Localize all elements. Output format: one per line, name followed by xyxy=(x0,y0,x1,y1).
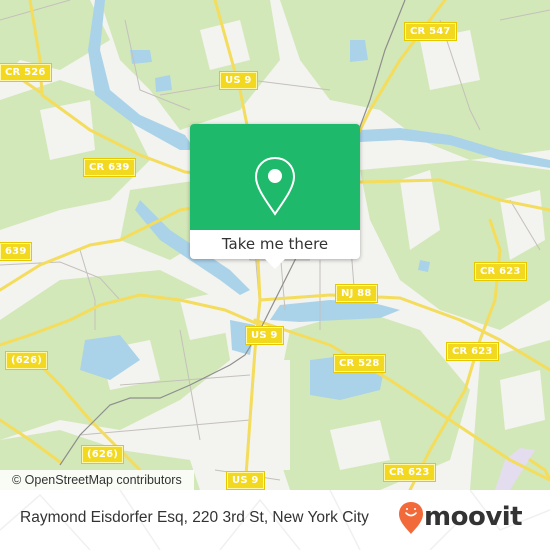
popup-header xyxy=(190,124,360,230)
road-label-us9: US 9 xyxy=(226,471,265,490)
destination-address: Raymond Eisdorfer Esq, 220 3rd St, New Y… xyxy=(20,509,369,526)
road-label-626: (626) xyxy=(4,351,49,370)
road-label-us9: US 9 xyxy=(219,71,258,90)
moovit-pin-icon xyxy=(399,502,423,534)
map-pin-icon xyxy=(254,156,296,216)
road-label-nj88: NJ 88 xyxy=(335,284,378,303)
road-label-us9: US 9 xyxy=(245,326,284,345)
road-label-cr547: CR 547 xyxy=(404,22,457,41)
footer: Raymond Eisdorfer Esq, 220 3rd St, New Y… xyxy=(0,490,550,550)
road-label-cr623: CR 623 xyxy=(474,262,527,281)
map[interactable]: CR 526 US 9 CR 547 CR 639 639 CR 623 NJ … xyxy=(0,0,550,490)
take-me-there-button[interactable]: Take me there xyxy=(190,230,360,259)
popup-pointer xyxy=(265,259,285,269)
road-label-cr526: CR 526 xyxy=(0,63,52,82)
road-label-639: 639 xyxy=(0,242,33,261)
road-label-cr623: CR 623 xyxy=(446,342,499,361)
road-label-cr639: CR 639 xyxy=(83,158,136,177)
road-label-626: (626) xyxy=(80,445,125,464)
location-popup: Take me there xyxy=(190,124,360,269)
road-label-cr623: CR 623 xyxy=(383,463,436,482)
road-label-cr528: CR 528 xyxy=(333,354,386,373)
map-attribution[interactable]: © OpenStreetMap contributors xyxy=(0,470,194,490)
moovit-wordmark: moovit xyxy=(424,502,523,532)
